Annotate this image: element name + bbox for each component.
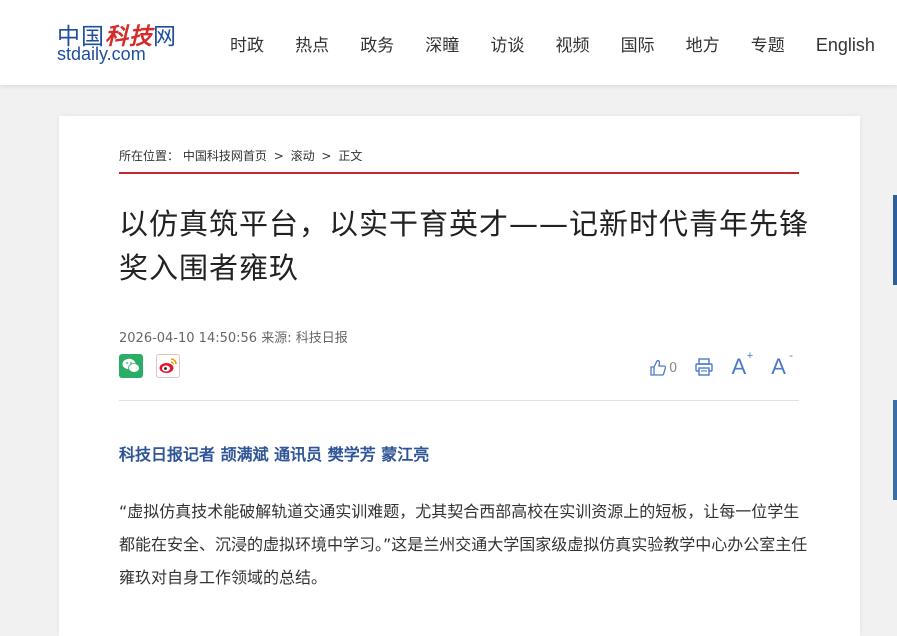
nav-item-topics[interactable]: 专题 — [751, 31, 785, 56]
breadcrumb-divider — [119, 172, 799, 174]
print-button[interactable] — [694, 357, 714, 378]
main-nav: 时政 热点 政务 深瞳 访谈 视频 国际 地方 专题 English 滚 — [230, 31, 897, 56]
nav-item-politics[interactable]: 时政 — [230, 31, 264, 56]
thumbs-up-icon — [650, 359, 667, 376]
like-button[interactable]: 0 — [649, 357, 677, 377]
font-decrease-glyph: A — [771, 354, 786, 379]
font-decrease-button[interactable]: A- — [771, 350, 793, 380]
breadcrumb: 所在位置： 中国科技网首页 > 滚动 > 正文 — [119, 147, 362, 164]
nav-item-hot[interactable]: 热点 — [295, 31, 329, 56]
weibo-share-icon[interactable] — [156, 354, 181, 378]
breadcrumb-separator: > — [321, 149, 332, 163]
article-title: 以仿真筑平台，以实干育英才——记新时代青年先锋奖入围者雍玖 — [119, 207, 810, 285]
article-toolbar: 0 A + A- — [649, 350, 798, 380]
breadcrumb-separator: > — [273, 149, 284, 163]
nav-item-government[interactable]: 政务 — [360, 31, 394, 56]
breadcrumb-home-link[interactable]: 中国科技网首页 — [183, 149, 267, 163]
logo-domain: stdaily.com — [57, 44, 146, 64]
article-paragraph: “虚拟仿真技术能破解轨道交通实训难题，尤其契合西部高校在实训资源上的短板，让每一… — [119, 502, 808, 587]
site-logo[interactable]: 中国科技网 stdaily.com — [57, 17, 182, 67]
nav-item-video[interactable]: 视频 — [555, 31, 589, 56]
site-header: 中国科技网 stdaily.com 时政 热点 政务 深瞳 访谈 视频 国际 地… — [0, 0, 897, 85]
breadcrumb-section-link[interactable]: 滚动 — [291, 149, 315, 163]
breadcrumb-prefix: 所在位置： — [119, 149, 180, 163]
minus-icon: - — [789, 350, 793, 362]
font-increase-button[interactable]: A + — [731, 350, 753, 380]
printer-icon — [695, 358, 714, 376]
nav-item-international[interactable]: 国际 — [621, 31, 655, 56]
like-count: 0 — [669, 361, 678, 377]
nav-item-local[interactable]: 地方 — [686, 31, 720, 56]
nav-item-english[interactable]: English — [816, 35, 875, 56]
breadcrumb-current: 正文 — [338, 149, 363, 163]
meta-divider — [119, 400, 799, 401]
side-image-strip — [893, 400, 897, 500]
article-byline: 科技日报记者 颉满斌 通讯员 樊学芳 蒙江亮 — [119, 445, 430, 464]
article-meta: 2026-04-10 14:50:56 来源: 科技日报 — [119, 331, 348, 346]
nav-item-interview[interactable]: 访谈 — [490, 31, 524, 56]
article-card: 所在位置： 中国科技网首页 > 滚动 > 正文 以仿真筑平台，以实干育英才——记… — [59, 116, 860, 636]
plus-icon: + — [746, 350, 754, 362]
side-image-strip — [893, 195, 897, 285]
font-increase-glyph: A — [731, 354, 747, 379]
nav-item-deep[interactable]: 深瞳 — [425, 31, 459, 56]
share-bar — [119, 354, 188, 378]
wechat-share-icon[interactable] — [119, 354, 143, 378]
